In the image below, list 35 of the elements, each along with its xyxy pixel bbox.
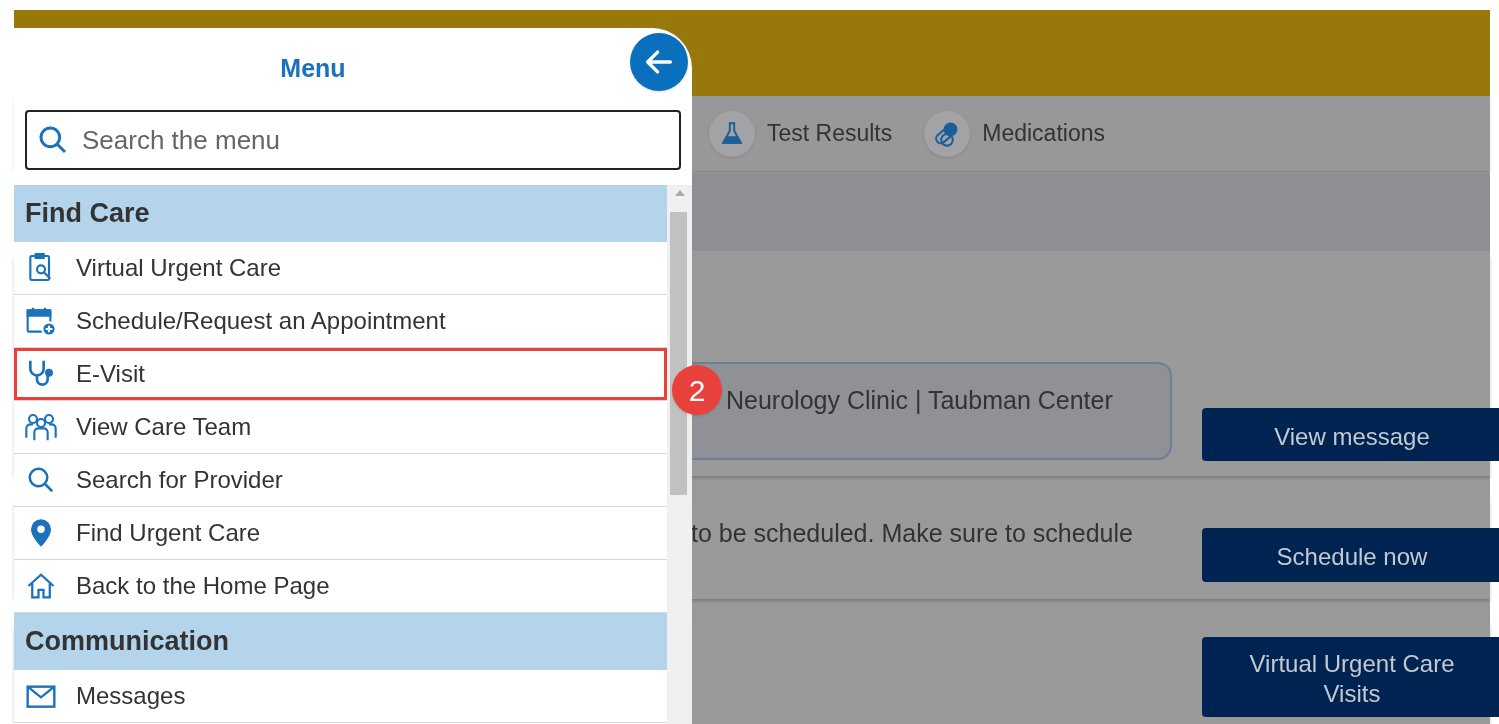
item-label: View Care Team [76,412,252,442]
item-label: Virtual Urgent Care [76,253,281,283]
calendar-add-icon [25,305,57,337]
action-button[interactable]: Schedule now [1202,528,1499,582]
card-text: to be scheduled. Make sure to schedule [691,518,1133,549]
menu-item[interactable]: Schedule/Request an Appointment [14,295,667,348]
item-label: Back to the Home Page [76,571,330,601]
section-header: Communication [14,613,667,670]
scrollbar[interactable] [667,185,692,724]
item-label: Search for Provider [76,465,283,495]
section-header: Find Care [14,185,667,242]
menu-item[interactable]: Messages [14,670,667,723]
nav-link[interactable]: Test Results [767,116,893,151]
menu-item[interactable]: View Care Team [14,401,667,454]
item-label: Find Urgent Care [76,518,261,548]
people-icon [25,411,57,443]
item-label: Schedule/Request an Appointment [76,306,446,336]
nav-link[interactable]: Medications [982,116,1105,151]
menu-title: Menu [280,53,346,85]
search-icon [26,465,56,495]
nav-icon-button[interactable] [709,110,755,157]
menu-item[interactable]: Find Urgent Care [14,507,667,560]
home-icon [26,571,56,601]
flask-icon [719,120,745,147]
item-label: Messages [76,681,186,711]
menu-item[interactable]: Virtual Urgent Care [14,242,667,295]
action-button[interactable]: View message [1202,408,1499,461]
menu-item[interactable]: Search for Provider [14,454,667,507]
search-field[interactable]: Search the menu [25,110,681,170]
item-label: E-Visit [76,359,145,389]
nav-icon-button[interactable] [924,110,971,157]
action-button[interactable]: Virtual Urgent Care Visits [1202,637,1499,717]
search-icon [37,124,69,156]
menu-item[interactable]: E-Visit [14,348,667,401]
location-text: Neurology Clinic | Taubman Center [726,386,1113,414]
